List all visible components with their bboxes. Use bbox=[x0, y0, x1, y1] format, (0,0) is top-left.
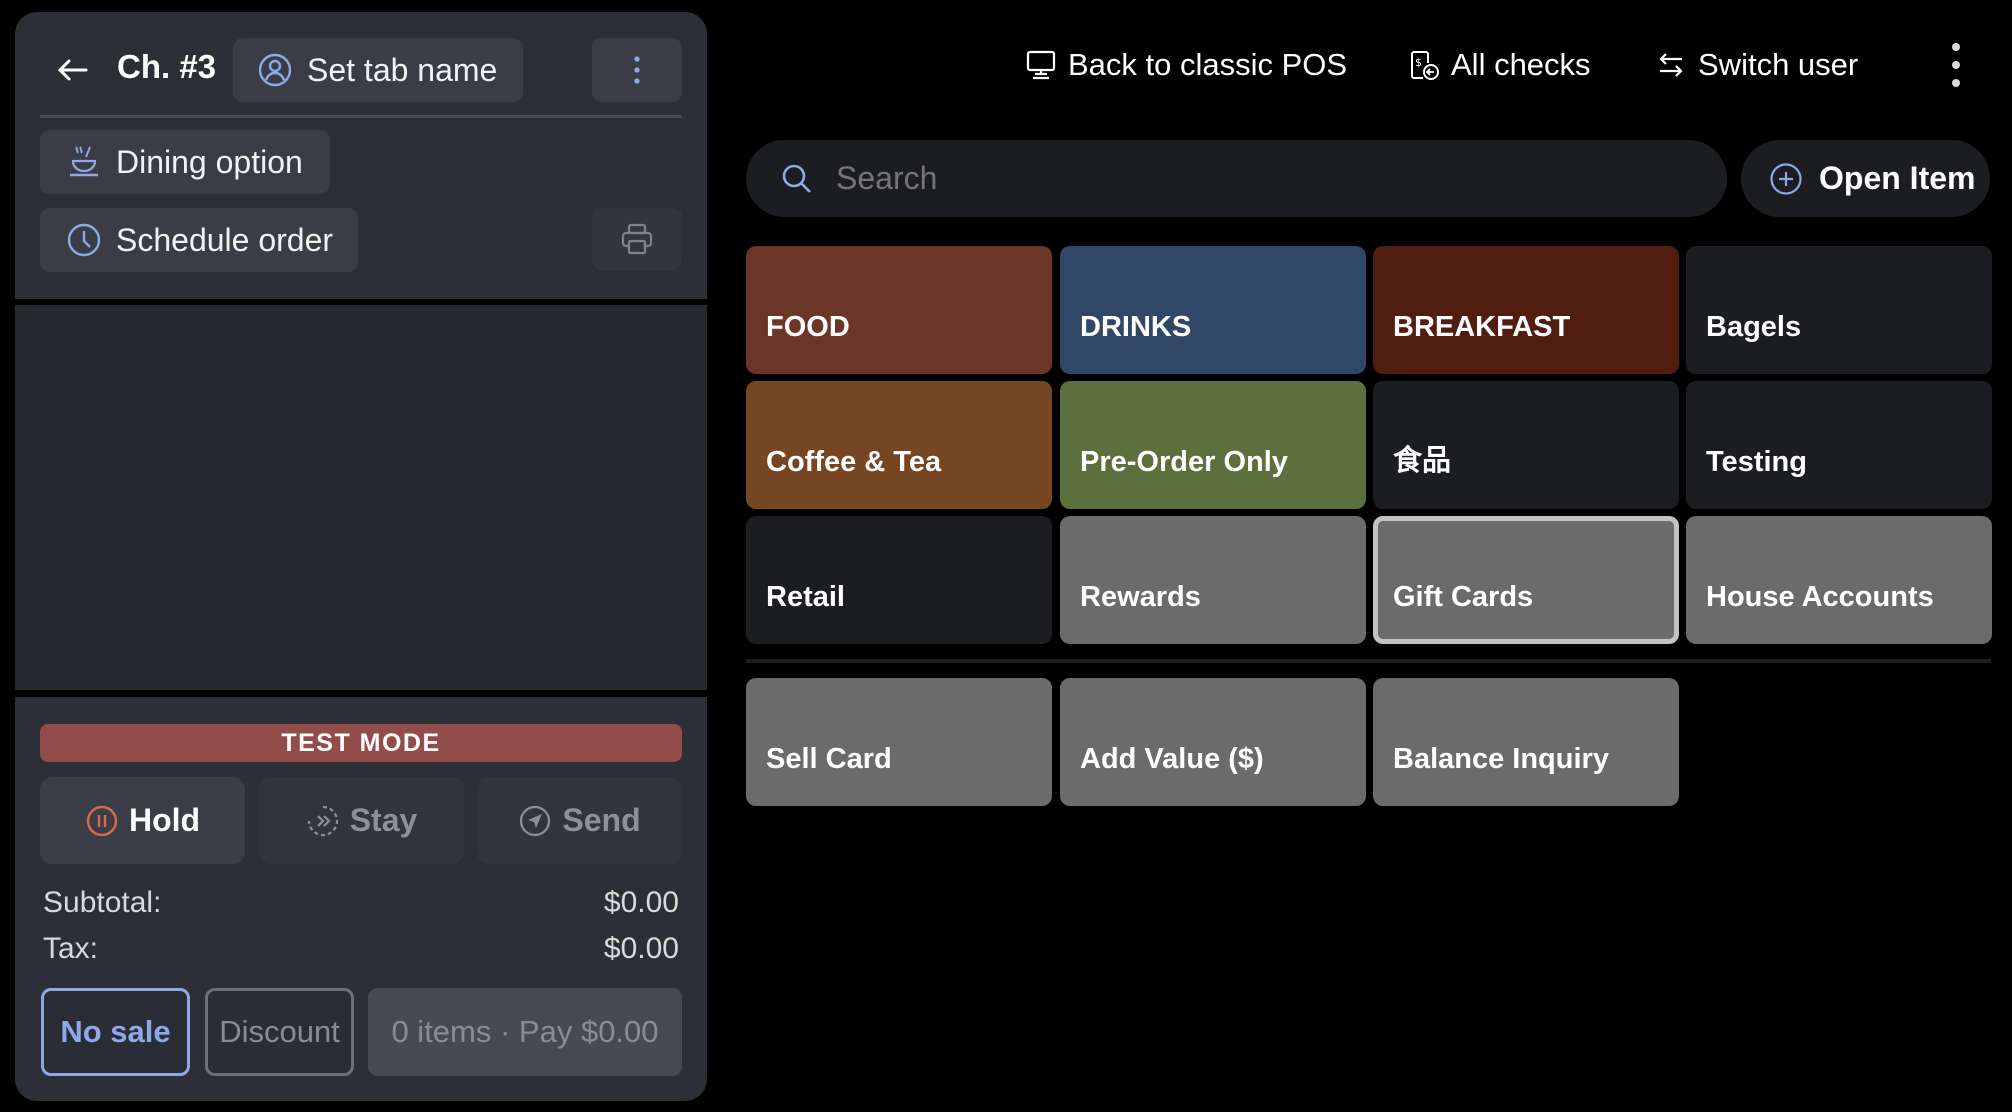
stay-button[interactable]: Stay bbox=[259, 777, 464, 864]
back-to-classic-pos-button[interactable]: Back to classic POS bbox=[1025, 42, 1347, 88]
gift-card-action-label: Balance Inquiry bbox=[1393, 743, 1609, 775]
category-tile-label: FOOD bbox=[766, 311, 850, 343]
svg-text:$: $ bbox=[1415, 56, 1422, 69]
back-button[interactable] bbox=[52, 50, 92, 90]
checks-receipt-icon: $ bbox=[1408, 49, 1440, 81]
pay-button[interactable]: 0 items · Pay $0.00 bbox=[368, 988, 682, 1076]
category-tile-label: BREAKFAST bbox=[1393, 311, 1571, 343]
set-tab-name-button[interactable]: Set tab name bbox=[233, 38, 523, 102]
category-tile[interactable]: Pre-Order Only bbox=[1060, 381, 1366, 509]
plus-circle-icon bbox=[1769, 162, 1803, 196]
monitor-icon bbox=[1025, 49, 1057, 81]
category-tile[interactable]: House Accounts bbox=[1686, 516, 1992, 644]
schedule-order-label: Schedule order bbox=[116, 221, 334, 258]
search-bar[interactable] bbox=[746, 140, 1727, 217]
category-tile[interactable]: Retail bbox=[746, 516, 1052, 644]
send-circle-icon bbox=[518, 804, 552, 838]
open-item-label: Open Item bbox=[1819, 160, 1976, 196]
send-button[interactable]: Send bbox=[477, 777, 682, 864]
kebab-icon bbox=[633, 55, 641, 85]
category-tile[interactable]: Coffee & Tea bbox=[746, 381, 1052, 509]
dining-option-button[interactable]: Dining option bbox=[40, 130, 330, 194]
user-circle-icon bbox=[257, 52, 293, 88]
hold-label: Hold bbox=[128, 802, 201, 838]
grid-divider bbox=[746, 659, 1991, 663]
category-tile[interactable]: BREAKFAST bbox=[1373, 246, 1679, 374]
category-tile[interactable]: DRINKS bbox=[1060, 246, 1366, 374]
arrow-left-icon bbox=[52, 50, 92, 90]
category-tile[interactable]: Rewards bbox=[1060, 516, 1366, 644]
main-menu-button[interactable] bbox=[1943, 40, 1969, 90]
category-tile-label: DRINKS bbox=[1080, 311, 1192, 343]
set-tab-name-label: Set tab name bbox=[307, 51, 498, 88]
order-items-list bbox=[15, 305, 707, 690]
gift-card-action-label: Add Value ($) bbox=[1080, 743, 1264, 775]
subtotal-row: Subtotal: $0.00 bbox=[43, 886, 679, 920]
dining-option-label: Dining option bbox=[116, 143, 303, 180]
back-to-classic-pos-label: Back to classic POS bbox=[1068, 47, 1348, 82]
subtotal-value: $0.00 bbox=[603, 886, 679, 919]
category-tile[interactable]: 食品 bbox=[1373, 381, 1679, 509]
gift-card-action-tile[interactable]: Add Value ($) bbox=[1060, 678, 1366, 806]
printer-icon bbox=[620, 222, 654, 256]
stay-label: Stay bbox=[349, 802, 418, 838]
category-tile-label: 食品 bbox=[1393, 445, 1452, 477]
send-label: Send bbox=[562, 802, 641, 838]
all-checks-label: All checks bbox=[1451, 47, 1591, 82]
header-divider bbox=[40, 115, 682, 118]
tax-row: Tax: $0.00 bbox=[43, 932, 679, 966]
all-checks-button[interactable]: $ All checks bbox=[1408, 42, 1591, 88]
swap-arrows-icon bbox=[1655, 49, 1687, 81]
tax-label: Tax: bbox=[43, 932, 99, 965]
tax-value: $0.00 bbox=[603, 932, 679, 965]
category-tile-label: Retail bbox=[766, 581, 845, 613]
category-tile-label: Pre-Order Only bbox=[1080, 446, 1288, 478]
category-tile[interactable]: Bagels bbox=[1686, 246, 1992, 374]
category-tile-label: Bagels bbox=[1706, 311, 1802, 343]
category-tile-label: House Accounts bbox=[1706, 581, 1934, 613]
category-tile-label: Gift Cards bbox=[1393, 581, 1534, 613]
category-tile-label: Coffee & Tea bbox=[766, 446, 942, 478]
check-title: Ch. #3 bbox=[117, 48, 217, 85]
switch-user-label: Switch user bbox=[1698, 47, 1859, 82]
no-sale-button[interactable]: No sale bbox=[41, 988, 190, 1076]
pause-circle-icon bbox=[85, 804, 119, 838]
gift-card-action-tile[interactable]: Balance Inquiry bbox=[1373, 678, 1679, 806]
kebab-icon bbox=[1943, 40, 1969, 90]
category-tile-label: Testing bbox=[1706, 446, 1807, 478]
open-item-button[interactable]: Open Item bbox=[1741, 140, 1990, 217]
switch-user-button[interactable]: Switch user bbox=[1655, 42, 1858, 88]
category-tile[interactable]: FOOD bbox=[746, 246, 1052, 374]
fast-forward-circle-icon bbox=[306, 804, 340, 838]
hold-button[interactable]: Hold bbox=[40, 777, 245, 864]
discount-button[interactable]: Discount bbox=[205, 988, 354, 1076]
gift-card-action-label: Sell Card bbox=[766, 743, 892, 775]
search-input[interactable] bbox=[836, 160, 1636, 197]
test-mode-banner: TEST MODE bbox=[40, 724, 682, 762]
search-icon bbox=[780, 162, 814, 196]
subtotal-label: Subtotal: bbox=[43, 886, 162, 919]
category-tile[interactable]: Testing bbox=[1686, 381, 1992, 509]
category-tile-label: Rewards bbox=[1080, 581, 1201, 613]
schedule-order-button[interactable]: Schedule order bbox=[40, 208, 358, 272]
category-tile[interactable]: Gift Cards bbox=[1373, 516, 1679, 644]
print-button[interactable] bbox=[592, 208, 682, 270]
gift-card-action-tile[interactable]: Sell Card bbox=[746, 678, 1052, 806]
clock-icon bbox=[66, 222, 102, 258]
dining-bowl-icon bbox=[66, 144, 102, 180]
order-more-button[interactable] bbox=[592, 38, 682, 102]
